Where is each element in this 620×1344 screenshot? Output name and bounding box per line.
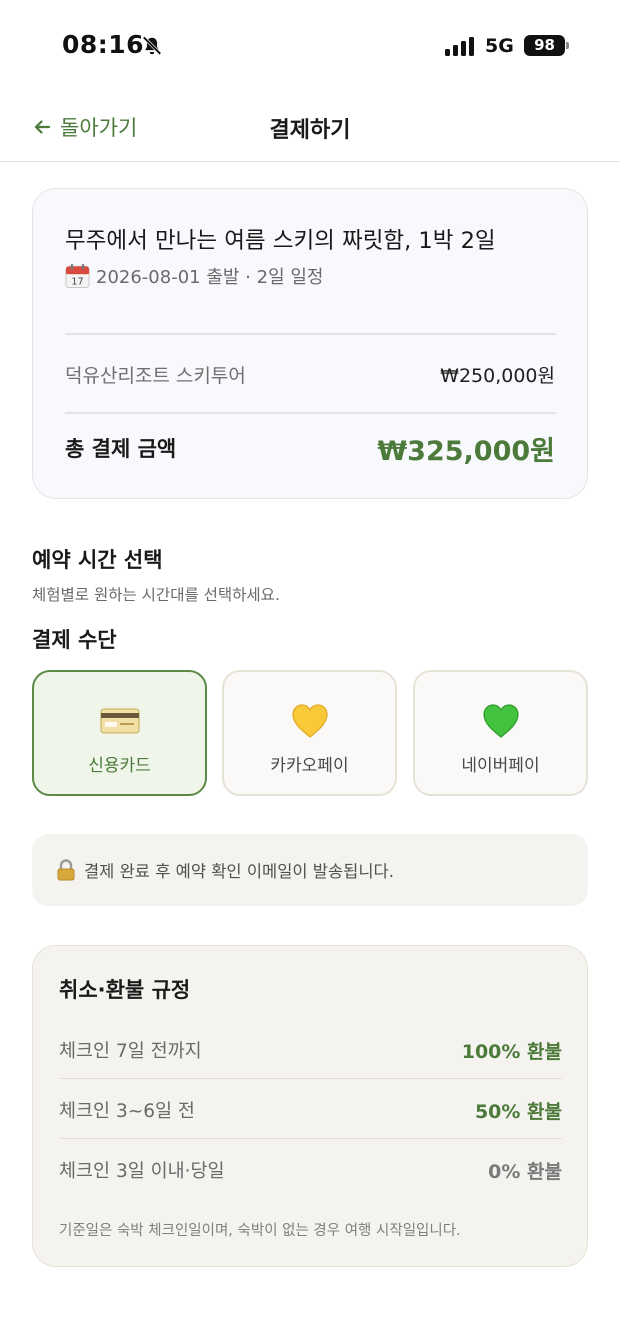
reservation-section-title: 예약 시간 선택 (32, 548, 163, 572)
policy-row: 체크인 3~6일 전 50% 환불 (59, 1079, 562, 1139)
payment-option-naverpay[interactable]: 네이버페이 (413, 670, 588, 796)
policy-value: 100% 환불 (461, 1041, 562, 1063)
payment-option-label: 신용카드 (88, 756, 151, 776)
notice-text: 결제 완료 후 예약 확인 이메일이 발송됩니다. (84, 862, 394, 881)
policy-condition: 체크인 7일 전까지 (59, 1041, 202, 1062)
item-price: ₩250,000원 (440, 365, 555, 387)
item-name: 덕유산리조트 스키투어 (65, 365, 246, 387)
calendar-icon: 17 (65, 263, 90, 289)
policy-condition: 체크인 3일 이내·당일 (59, 1161, 225, 1182)
nav-bar: 돌아가기 결제하기 (0, 92, 620, 162)
policy-row: 체크인 7일 전까지 100% 환불 (59, 1019, 562, 1079)
trip-title: 무주에서 만나는 여름 스키의 짜릿함, 1박 2일 (65, 228, 496, 254)
total-amount: ₩325,000원 (377, 436, 555, 467)
policy-row: 체크인 3일 이내·당일 0% 환불 (59, 1139, 562, 1199)
battery-tip (566, 42, 569, 49)
credit-card-icon (100, 708, 139, 734)
green-heart-icon (482, 704, 519, 738)
payment-option-label: 카카오페이 (270, 756, 349, 776)
divider (65, 333, 556, 335)
battery-indicator: 98 (524, 35, 565, 56)
refund-policy-card: 취소·환불 규정 체크인 7일 전까지 100% 환불 체크인 3~6일 전 5… (32, 945, 588, 1267)
payment-option-credit-card[interactable]: 신용카드 (32, 670, 207, 796)
svg-text:17: 17 (71, 277, 83, 288)
total-label: 총 결제 금액 (65, 437, 177, 461)
payment-option-label: 네이버페이 (461, 756, 540, 776)
policy-value: 50% 환불 (474, 1101, 562, 1123)
network-label: 5G (485, 35, 514, 57)
divider (65, 412, 556, 414)
payment-section-title: 결제 수단 (32, 628, 117, 652)
policy-condition: 체크인 3~6일 전 (59, 1101, 195, 1122)
lock-icon (57, 859, 75, 881)
trip-meta-text: 2026-08-01 출발 · 2일 일정 (96, 267, 324, 288)
status-time: 08:16 (62, 30, 145, 59)
payment-option-kakaopay[interactable]: 카카오페이 (222, 670, 397, 796)
reservation-section-subtitle: 체험별로 원하는 시간대를 선택하세요. (32, 586, 280, 604)
order-summary-card: 무주에서 만나는 여름 스키의 짜릿함, 1박 2일 17 2026-08-01… (32, 188, 588, 499)
page-title: 결제하기 (269, 118, 351, 143)
yellow-heart-icon (291, 704, 328, 738)
bell-off-icon (142, 36, 162, 55)
policy-title: 취소·환불 규정 (59, 978, 191, 1002)
policy-value: 0% 환불 (488, 1161, 562, 1183)
status-bar: 08:16 5G 98 (0, 0, 620, 92)
email-notice: 결제 완료 후 예약 확인 이메일이 발송됩니다. (32, 834, 588, 906)
trip-meta: 17 2026-08-01 출발 · 2일 일정 (65, 263, 323, 289)
policy-note: 기준일은 숙박 체크인일이며, 숙박이 없는 경우 여행 시작일입니다. (59, 1223, 461, 1239)
